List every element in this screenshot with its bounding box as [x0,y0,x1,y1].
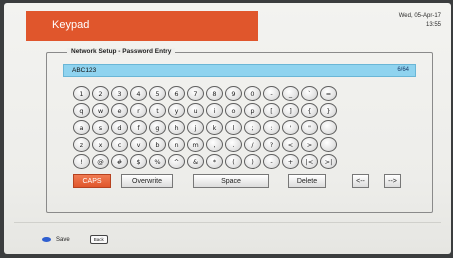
key-button[interactable]: : [263,120,280,135]
password-count: 6/64 [397,67,409,73]
key-button[interactable]: . [225,137,242,152]
key-button[interactable]: 5 [149,86,166,101]
overwrite-button[interactable]: Overwrite [121,174,173,188]
page-title: Keypad [52,19,90,31]
key-row: q w e r t y u i o p[]{} [73,103,413,120]
key-button[interactable]: ] [282,103,299,118]
key-button[interactable]: 6 [168,86,185,101]
key-button[interactable]: n [168,137,185,152]
key-row: 1 2 3 4 5 6 7 8 9 0- _ ` = [73,86,413,103]
caps-button[interactable]: CAPS [73,174,111,188]
key-button[interactable]: - [263,154,280,169]
password-entry-panel: Network Setup - Password Entry ABC123 6/… [46,48,433,213]
key-button[interactable]: # [111,154,128,169]
space-button[interactable]: Space [193,174,269,188]
function-row: CAPS Overwrite Space Delete <-- --> [73,174,413,188]
time-text: 13:55 [425,22,441,28]
key-button[interactable]: p [244,103,261,118]
key-button[interactable]: ^ [168,154,185,169]
key-button[interactable]: ) [244,154,261,169]
key-button[interactable]: > [301,137,318,152]
key-button[interactable]: ` [301,86,318,101]
key-button[interactable]: / [244,137,261,152]
blue-button-icon [42,237,51,242]
key-button[interactable]: j [187,120,204,135]
save-hint: Save [56,236,70,243]
title-bar: Keypad [26,11,258,41]
key-button[interactable]: m [187,137,204,152]
key-button[interactable]: 8 [206,86,223,101]
key-button[interactable]: u [187,103,204,118]
key-button[interactable]: & [187,154,204,169]
key-button[interactable]: 0 [244,86,261,101]
key-button[interactable]: l [225,120,242,135]
key-button[interactable]: o [225,103,242,118]
key-button[interactable]: ; [244,120,261,135]
key-button[interactable]: w [92,103,109,118]
key-button[interactable]: = [320,86,337,101]
footer-divider [14,222,441,223]
key-button[interactable]: >| [320,154,337,169]
datetime: Wed, 05-Apr-17 13:55 [399,12,441,30]
key-button[interactable]: y [168,103,185,118]
date-text: Wed, 05-Apr-17 [398,13,441,19]
panel-legend: Network Setup - Password Entry [67,48,176,55]
key-button[interactable]: , [206,137,223,152]
key-row: a s d f g h j k l;: ' " [73,120,413,137]
key-button[interactable]: ( [225,154,242,169]
key-button[interactable]: 9 [225,86,242,101]
key-grid: 1 2 3 4 5 6 7 8 9 0- _ ` = q w e r t y u i o p[]{} a s d f g h j k l;: '… [73,86,413,171]
key-button[interactable]: 7 [187,86,204,101]
cursor-right-button[interactable]: --> [384,174,401,188]
key-button[interactable]: ' [282,120,299,135]
key-button[interactable]: [ [263,103,280,118]
key-button[interactable]: 2 [92,86,109,101]
key-button[interactable] [320,137,337,152]
key-button[interactable]: b [149,137,166,152]
key-button[interactable]: + [282,154,299,169]
key-button[interactable]: 4 [130,86,147,101]
key-button[interactable]: 1 [73,86,90,101]
key-button[interactable]: h [168,120,185,135]
key-button[interactable]: ! [73,154,90,169]
key-button[interactable]: 3 [111,86,128,101]
keypad-screen: Keypad Wed, 05-Apr-17 13:55 Network Setu… [4,3,451,254]
key-button[interactable]: " [301,120,318,135]
key-button[interactable]: ? [263,137,280,152]
key-button[interactable]: $ [130,154,147,169]
key-button[interactable]: t [149,103,166,118]
key-row: ! @ # $% ^ & *() - + |< >| [73,154,413,171]
cursor-left-button[interactable]: <-- [352,174,369,188]
key-button[interactable]: i [206,103,223,118]
key-button[interactable]: f [130,120,147,135]
key-button[interactable]: { [301,103,318,118]
key-button[interactable]: % [149,154,166,169]
footer: Save Back [42,235,108,244]
key-button[interactable]: } [320,103,337,118]
key-row: z x c v b n m,. /? < > [73,137,413,154]
key-button[interactable]: _ [282,86,299,101]
key-button[interactable]: r [130,103,147,118]
key-button[interactable]: - [263,86,280,101]
key-button[interactable]: x [92,137,109,152]
key-button[interactable]: z [73,137,90,152]
key-button[interactable]: * [206,154,223,169]
password-value: ABC123 [72,67,97,74]
key-button[interactable] [320,120,337,135]
key-button[interactable]: c [111,137,128,152]
password-field[interactable]: ABC123 6/64 [63,64,416,77]
key-button[interactable]: a [73,120,90,135]
key-button[interactable]: q [73,103,90,118]
delete-button[interactable]: Delete [288,174,326,188]
key-button[interactable]: |< [301,154,318,169]
back-key-icon: Back [89,235,108,244]
key-button[interactable]: < [282,137,299,152]
key-button[interactable]: e [111,103,128,118]
key-button[interactable]: d [111,120,128,135]
key-button[interactable]: k [206,120,223,135]
key-button[interactable]: g [149,120,166,135]
key-button[interactable]: s [92,120,109,135]
key-button[interactable]: @ [92,154,109,169]
key-button[interactable]: v [130,137,147,152]
